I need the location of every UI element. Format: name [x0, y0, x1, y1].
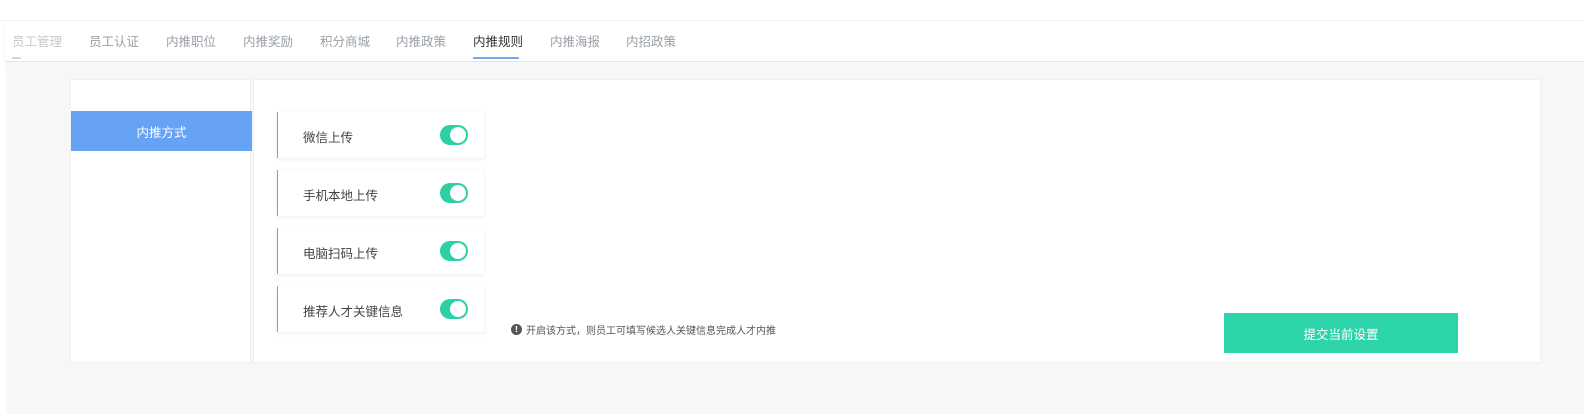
- toggle-knob: [450, 127, 466, 143]
- option-card-key-info: 推荐人才关键信息: [277, 286, 484, 332]
- tab-referral-rewards[interactable]: 内推奖励: [243, 31, 293, 50]
- tab-underline-faded: [12, 57, 21, 59]
- tab-internal-recruit-policy[interactable]: 内招政策: [626, 31, 676, 50]
- sidebar: 内推方式: [70, 79, 252, 363]
- pc-scan-upload-toggle[interactable]: [440, 241, 468, 261]
- tab-bar: 员工管理 员工认证 内推职位 内推奖励 积分商城 内推政策 内推规则 内推海报 …: [6, 21, 1584, 62]
- option-card-wechat-upload: 微信上传: [277, 112, 484, 158]
- tab-referral-rules[interactable]: 内推规则: [473, 31, 523, 50]
- tab-employee-management[interactable]: 员工管理: [12, 31, 62, 50]
- hint-message: 开启该方式，则员工可填写候选人关键信息完成人才内推: [526, 326, 776, 337]
- hint-text: ! 开启该方式，则员工可填写候选人关键信息完成人才内推: [511, 322, 776, 337]
- toggle-knob: [450, 243, 466, 259]
- tab-employee-certification[interactable]: 员工认证: [89, 31, 139, 50]
- option-label: 手机本地上传: [303, 188, 379, 203]
- option-card-phone-upload: 手机本地上传: [277, 170, 484, 216]
- phone-upload-toggle[interactable]: [440, 183, 468, 203]
- tab-points-mall[interactable]: 积分商城: [320, 31, 370, 50]
- option-label: 推荐人才关键信息: [303, 304, 404, 319]
- key-info-toggle[interactable]: [440, 299, 468, 319]
- tab-referral-policy[interactable]: 内推政策: [396, 31, 446, 50]
- submit-settings-button[interactable]: 提交当前设置: [1224, 313, 1458, 353]
- sidebar-item-label: 内推方式: [136, 124, 187, 140]
- sidebar-item-referral-method[interactable]: 内推方式: [71, 111, 252, 151]
- option-label: 电脑扫码上传: [303, 246, 379, 261]
- toggle-knob: [450, 185, 466, 201]
- info-icon: !: [511, 324, 522, 335]
- toggle-knob: [450, 301, 466, 317]
- tab-referral-poster[interactable]: 内推海报: [550, 31, 600, 50]
- wechat-upload-toggle[interactable]: [440, 125, 468, 145]
- tab-active-underline: [473, 57, 519, 59]
- option-label: 微信上传: [303, 130, 354, 145]
- tab-referral-positions[interactable]: 内推职位: [166, 31, 216, 50]
- option-card-pc-scan-upload: 电脑扫码上传: [277, 228, 484, 274]
